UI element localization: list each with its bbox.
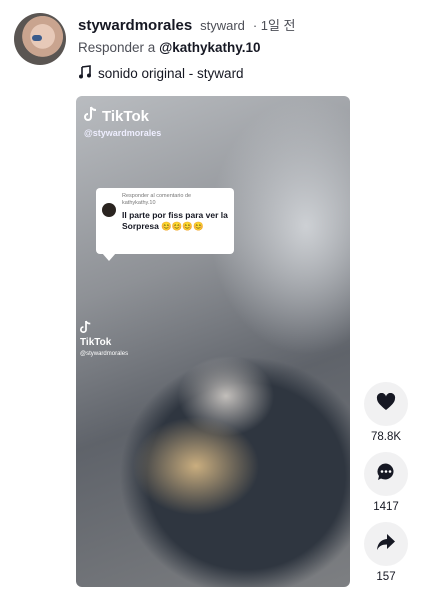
comment-button[interactable] [364,452,408,496]
comment-action: 1417 [364,452,408,513]
tiktok-watermark-mid: TikTok [80,320,111,348]
watermark-handle: @stywardmorales [84,128,162,138]
watermark-brand-mid: TikTok [80,337,112,348]
like-count: 78.8K [370,431,402,443]
reply-prefix: Responder a [78,40,160,55]
avatar[interactable] [14,13,66,65]
comment-avatar [102,203,116,217]
tiktok-logo-icon [84,106,98,126]
like-action: 78.8K [364,382,408,443]
share-count: 157 [376,571,396,583]
tiktok-watermark: TikTok [84,106,149,126]
like-button[interactable] [364,382,408,426]
sound-link[interactable]: sonido original - styward [78,65,244,82]
watermark-handle-mid: @stywardmorales [80,351,129,357]
bubble-comment-text: Il parte por fiss para ver la Sorpresa 😊… [122,210,228,231]
bubble-reply-label: Responder al comentario de [122,193,192,199]
comment-count: 1417 [373,501,399,513]
video-player[interactable]: TikTok @stywardmorales Responder al come… [76,96,350,587]
comment-icon [376,462,396,487]
author-username[interactable]: stywardmorales [78,17,192,34]
share-button[interactable] [364,522,408,566]
heart-icon [376,392,396,416]
bubble-reply-user: kathykathy.10 [122,200,156,206]
author-header: stywardmorales styward · 1일 전 [78,15,296,34]
tiktok-logo-icon [80,320,92,337]
sound-title: sonido original - styward [98,66,244,81]
reply-comment-bubble: Responder al comentario de kathykathy.10… [96,188,234,261]
share-action: 157 [364,522,408,583]
watermark-brand: TikTok [102,107,149,125]
author-nickname: styward [200,18,245,33]
reply-info: Responder a @kathykathy.10 [78,40,261,55]
post-time: · 1일 전 [252,18,296,33]
music-note-icon [78,65,92,82]
share-icon [376,533,396,556]
reply-mention-link[interactable]: @kathykathy.10 [159,40,260,55]
